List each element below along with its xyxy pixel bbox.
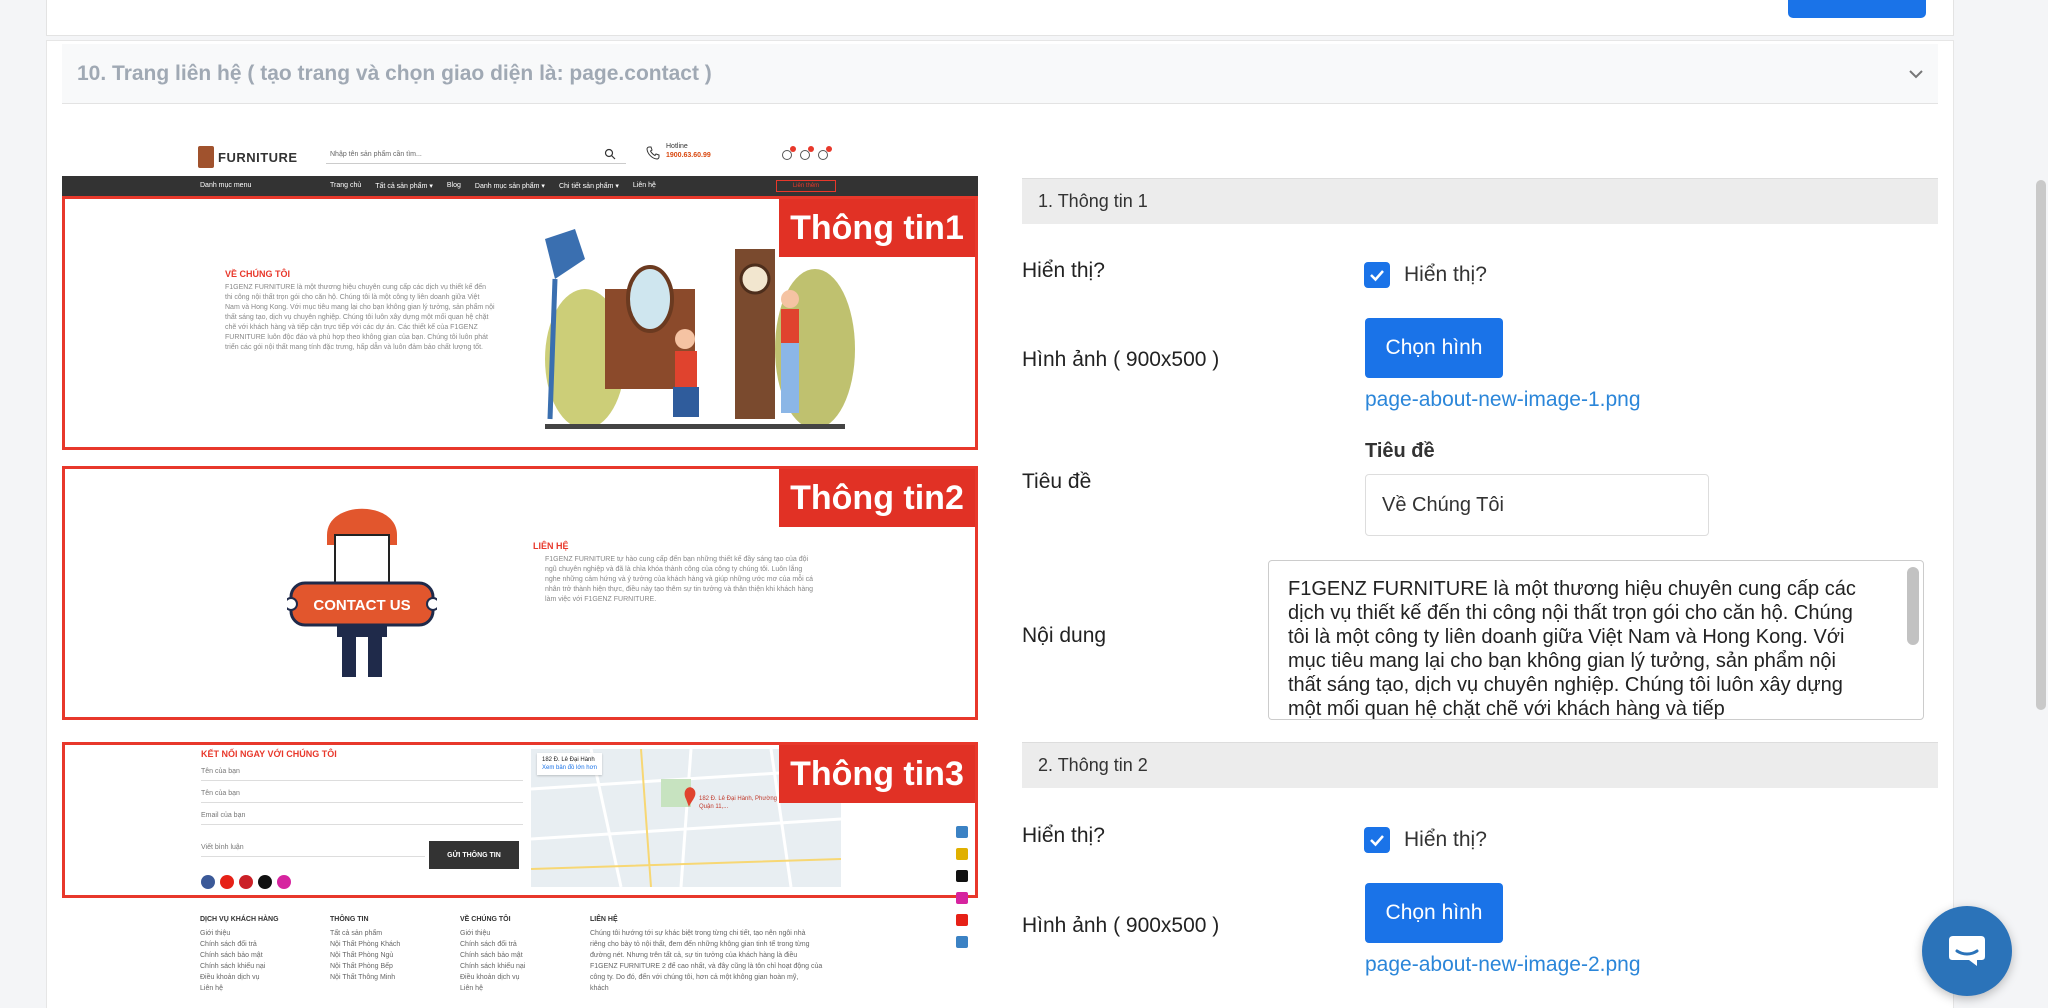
chevron-down-icon[interactable]	[1906, 64, 1926, 84]
preview-nav-link: Blog	[446, 182, 461, 189]
section-badge-2: Thông tin2	[779, 469, 975, 527]
snapchat-icon	[956, 848, 968, 860]
share-icon	[956, 826, 968, 838]
tiktok-icon	[956, 870, 968, 882]
chat-icon	[1949, 936, 1985, 966]
search-icon	[604, 148, 616, 160]
preview-nav-link: Chi tiết sản phẩm ▾	[558, 183, 619, 190]
section-2-header: 2. Thông tin 2	[1022, 742, 1938, 788]
pinterest-icon	[239, 875, 253, 889]
content-label: Nội dung	[1022, 624, 1107, 647]
preview-logo: FURNITURE	[198, 145, 298, 169]
about-text: F1GENZ FURNITURE là một thương hiệu chuy…	[225, 284, 495, 351]
contact-mascot-illustration: CONTACT US	[287, 508, 437, 677]
show-checkbox-2[interactable]: Hiển thị?	[1364, 827, 1487, 853]
accordion-header[interactable]: 10. Trang liên hệ ( tạo trang và chọn gi…	[62, 44, 1938, 104]
preview-hotline: Hotline 1900.63.60.99	[646, 142, 711, 160]
image-label: Hình ảnh ( 900x500 )	[1022, 348, 1220, 371]
section-badge-1: Thông tin1	[779, 199, 975, 257]
show-label: Hiển thị?	[1022, 259, 1105, 282]
top-card	[46, 0, 1954, 36]
title-field-label: Tiêu đề	[1365, 440, 1435, 462]
checkbox-checked-icon[interactable]	[1364, 827, 1390, 853]
preview-name-field: Tên của bạn	[201, 765, 523, 781]
preview-nav-button: Liên thêm	[776, 180, 836, 192]
title-input[interactable]	[1365, 474, 1709, 536]
choose-image-button-2[interactable]: Chọn hình	[1365, 883, 1503, 943]
preview-search: Nhập tên sản phẩm cần tìm...	[326, 146, 626, 164]
textarea-scrollbar[interactable]	[1907, 567, 1919, 645]
preview-section-1: VỀ CHÚNG TÔI F1GENZ FURNITURE là một thư…	[62, 196, 978, 450]
user-icon	[782, 146, 796, 160]
chat-button[interactable]	[1922, 906, 2012, 996]
map-pin-label: 182 Đ. Lê Đại Hành, Phường 15, Quận 11,.…	[699, 796, 788, 810]
footer-col: VỀ CHÚNG TÔI Giới thiệu Chính sách đổi t…	[460, 916, 526, 992]
title-row-label: Tiêu đề	[1022, 470, 1092, 493]
instagram-icon	[277, 875, 291, 889]
preview-nav-link: Liên hệ	[632, 182, 656, 189]
contact-text: F1GENZ FURNITURE tự hào cung cấp đến bạn…	[545, 556, 814, 603]
facebook-icon	[201, 875, 215, 889]
footer-col: LIÊN HỆ Chúng tôi hướng tới sự khác biệt…	[590, 916, 823, 992]
layout-preview-image: FURNITURE Nhập tên sản phẩm cần tìm... H…	[62, 136, 978, 1008]
choose-image-button[interactable]: Chọn hình	[1365, 318, 1503, 378]
preview-footer: DỊCH VỤ KHÁCH HÀNG Giới thiệu Chính sách…	[62, 908, 978, 1008]
preview-name-field-2: Tên của bạn	[201, 787, 523, 803]
preview-nav-link: Danh mục sản phẩm ▾	[474, 183, 545, 190]
tiktok-icon	[258, 875, 272, 889]
preview-email-field: Email của bạn	[201, 809, 523, 825]
preview-header-icons	[782, 146, 832, 160]
footer-col: DỊCH VỤ KHÁCH HÀNG Giới thiệu Chính sách…	[200, 916, 279, 992]
preview-nav: Danh mục menu Trang chủ Tất cả sản phẩm …	[62, 176, 978, 196]
contact-heading: LIÊN HỆ	[533, 541, 569, 551]
checkbox-checked-icon[interactable]	[1364, 262, 1390, 288]
content-textarea[interactable]: F1GENZ FURNITURE là một thương hiệu chuy…	[1268, 560, 1924, 720]
phone-icon	[646, 146, 660, 160]
preview-comment-field: Viết bình luận	[201, 841, 425, 857]
about-heading: VỀ CHÚNG TÔI	[225, 269, 291, 279]
preview-nav-menu: Danh mục menu	[200, 182, 252, 189]
logo-icon	[198, 146, 214, 168]
heart-icon	[800, 146, 814, 160]
page-scrollbar[interactable]	[2036, 180, 2046, 710]
footer-col: THÔNG TIN Tất cả sản phẩm Nội Thất Phòng…	[330, 916, 401, 981]
image-label-2: Hình ảnh ( 900x500 )	[1022, 914, 1220, 937]
preview-section-2: CONTACT US LIÊN HỆ F1GENZ FURNITURE tự h…	[62, 466, 978, 720]
preview-social-icons	[201, 875, 291, 889]
contact-us-sign: CONTACT US	[313, 597, 410, 614]
cart-icon	[818, 146, 832, 160]
map-info-card: 182 Đ. Lê Đại Hành Xem bản đồ lớn hơn	[537, 753, 602, 775]
preview-nav-link: Trang chủ	[330, 182, 362, 189]
connect-heading: KẾT NỐI NGAY VỚI CHÚNG TÔI	[201, 749, 337, 759]
preview-nav-link: Tất cả sản phẩm ▾	[375, 183, 433, 190]
show-label-2: Hiển thị?	[1022, 824, 1105, 847]
youtube-icon	[220, 875, 234, 889]
preview-submit-button: GỬI THÔNG TIN	[429, 841, 519, 869]
accordion-title: 10. Trang liên hệ ( tạo trang và chọn gi…	[77, 61, 712, 85]
image-file-link-2[interactable]: page-about-new-image-2.png	[1365, 953, 1641, 977]
section-1-header: 1. Thông tin 1	[1022, 178, 1938, 224]
instagram-icon	[956, 892, 968, 904]
preview-section-3: KẾT NỐI NGAY VỚI CHÚNG TÔI Tên của bạn T…	[62, 742, 978, 898]
preview-header: FURNITURE Nhập tên sản phẩm cần tìm... H…	[62, 136, 978, 176]
section-badge-3: Thông tin3	[779, 745, 975, 803]
content-text: F1GENZ FURNITURE là một thương hiệu chuy…	[1288, 578, 1856, 720]
show-checkbox[interactable]: Hiển thị?	[1364, 262, 1487, 288]
image-file-link[interactable]: page-about-new-image-1.png	[1365, 388, 1641, 412]
save-button[interactable]	[1788, 0, 1926, 18]
